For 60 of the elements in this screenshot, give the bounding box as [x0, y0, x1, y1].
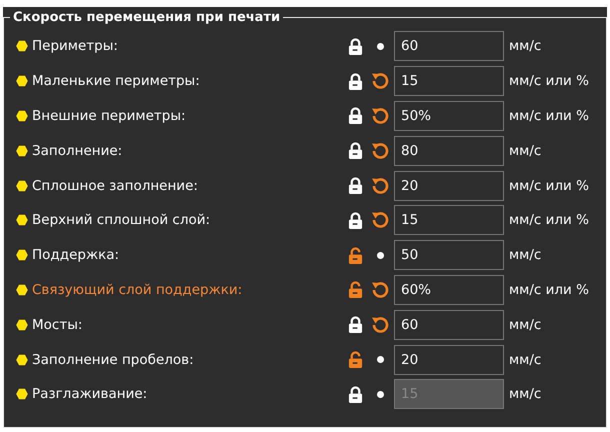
setting-label: Поддержка:	[32, 247, 120, 264]
unit-label: мм/с или %	[509, 282, 589, 298]
lock-icon[interactable]	[348, 38, 363, 55]
lock-icon[interactable]	[348, 177, 363, 194]
value-field[interactable]: 60	[394, 31, 504, 62]
unit-label: мм/с	[509, 352, 542, 368]
undo-icon[interactable]	[371, 211, 389, 230]
setting-label: Связующий слой поддержки:	[32, 282, 244, 298]
value-field[interactable]: 60	[394, 310, 504, 340]
lock-icon[interactable]	[348, 316, 363, 334]
hexagon-icon	[16, 249, 28, 262]
open-lock-icon[interactable]	[348, 246, 363, 264]
hexagon-icon	[16, 388, 28, 400]
value-field[interactable]: 15	[394, 66, 504, 96]
undo-icon[interactable]	[371, 176, 389, 195]
unit-label: мм/с	[509, 316, 542, 333]
unit-label: мм/с или %	[509, 73, 589, 90]
value-field[interactable]: 15	[394, 205, 504, 236]
lock-icon[interactable]	[348, 212, 363, 229]
open-lock-icon[interactable]	[348, 351, 363, 368]
value-field[interactable]: 50%	[394, 100, 504, 131]
hexagon-icon	[16, 180, 28, 192]
hexagon-icon	[16, 284, 28, 296]
unit-label: мм/с	[509, 247, 542, 264]
unit-label: мм/с или %	[509, 212, 589, 228]
setting-label: Внешние периметры:	[32, 108, 187, 124]
undo-icon[interactable]	[371, 72, 389, 90]
setting-label: Маленькие периметры:	[32, 73, 201, 90]
hexagon-icon	[16, 354, 28, 366]
unit-label: мм/с	[509, 38, 542, 54]
unit-label: мм/с или %	[509, 178, 589, 194]
hexagon-icon	[16, 144, 28, 157]
setting-label: Разглаживание:	[32, 386, 148, 402]
value-field[interactable]: 20	[394, 344, 504, 375]
setting-label: Периметры:	[32, 38, 119, 54]
hexagon-icon	[16, 75, 28, 88]
setting-label: Верхний сплошной слой:	[32, 212, 212, 228]
hexagon-icon	[16, 214, 28, 226]
value-field[interactable]: 20	[394, 170, 504, 201]
unit-label: мм/с	[509, 386, 542, 402]
undo-icon[interactable]	[371, 142, 389, 160]
setting-label: Мосты:	[32, 316, 84, 333]
undo-icon[interactable]	[371, 106, 389, 125]
lock-icon[interactable]	[348, 107, 363, 124]
hexagon-icon	[16, 110, 28, 122]
lock-icon[interactable]	[348, 142, 363, 160]
hexagon-icon	[16, 40, 28, 52]
undo-icon[interactable]	[371, 316, 389, 334]
unit-label: мм/с	[509, 142, 542, 159]
value-field[interactable]: 60%	[394, 274, 504, 305]
value-field[interactable]: 50	[394, 240, 504, 270]
setting-label: Заполнение пробелов:	[32, 352, 195, 368]
lock-icon[interactable]	[348, 72, 363, 90]
hexagon-icon	[16, 318, 28, 331]
unit-label: мм/с или %	[509, 108, 589, 124]
setting-label: Сплошное заполнение:	[32, 178, 199, 194]
open-lock-icon[interactable]	[348, 281, 363, 298]
undo-icon[interactable]	[371, 280, 389, 299]
value-field[interactable]: 80	[394, 136, 504, 166]
setting-label: Заполнение:	[32, 142, 124, 159]
